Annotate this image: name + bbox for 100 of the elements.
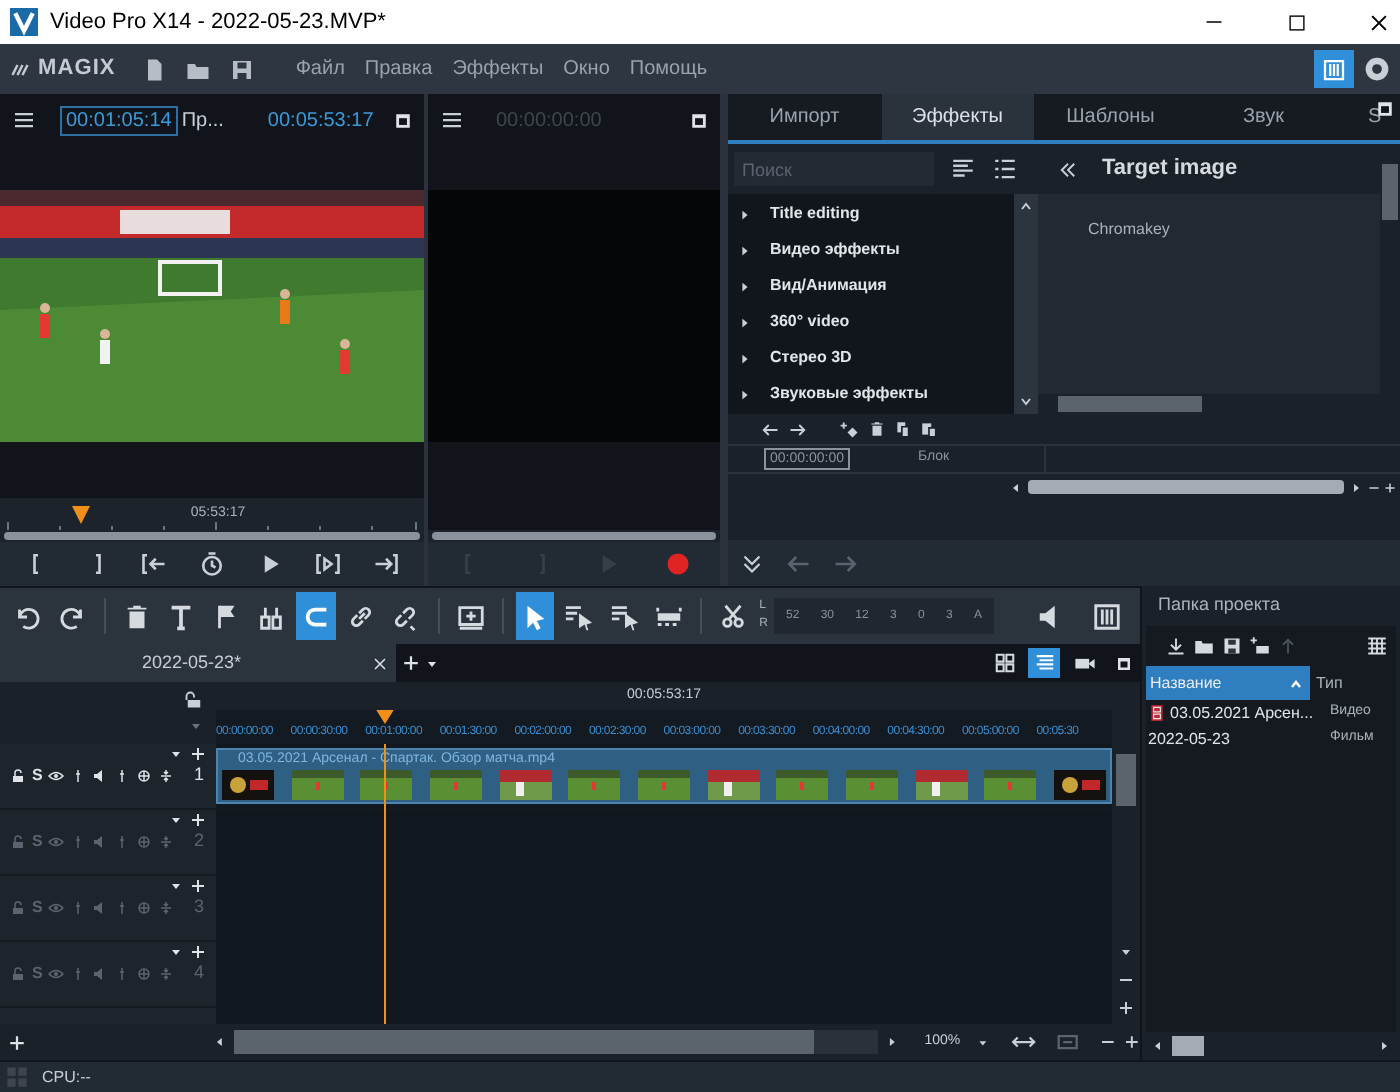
expand-icon[interactable] — [738, 243, 752, 257]
menu-icon[interactable] — [440, 108, 464, 132]
scrollbar-thumb[interactable] — [1058, 396, 1202, 412]
caret-down-icon[interactable] — [168, 812, 184, 828]
pointer-button[interactable] — [515, 592, 555, 640]
zoom-out-icon[interactable] — [1368, 481, 1380, 493]
copy-icon[interactable] — [894, 420, 912, 438]
scrollbar[interactable] — [1014, 194, 1038, 414]
menu-icon[interactable] — [12, 108, 36, 132]
expand-icon[interactable] — [738, 351, 752, 365]
scrollbar[interactable] — [1028, 480, 1344, 494]
arrow-left-icon[interactable] — [760, 419, 780, 439]
status-icon — [6, 1066, 28, 1088]
save-icon[interactable] — [1222, 636, 1242, 656]
add-tab-icon[interactable] — [402, 654, 420, 672]
clock-icon[interactable] — [197, 550, 226, 578]
add-track-icon[interactable] — [8, 1033, 26, 1051]
expand-icon[interactable] — [738, 207, 752, 221]
category-item[interactable]: Title editing — [770, 202, 860, 226]
menu-item[interactable]: Окно — [563, 54, 610, 84]
eye-icon[interactable] — [48, 767, 65, 784]
file-name[interactable]: 2022-05-23 — [1148, 727, 1330, 751]
playhead-icon[interactable] — [376, 710, 395, 724]
scrollbar[interactable] — [1038, 394, 1400, 414]
collapse-icon[interactable] — [740, 551, 764, 575]
caret-left-icon[interactable] — [1150, 1038, 1166, 1054]
expand-icon[interactable] — [738, 279, 752, 293]
expand-icon[interactable] — [738, 315, 752, 329]
file-name[interactable]: 03.05.2021 Арсен... — [1170, 701, 1330, 725]
tab[interactable]: Импорт — [728, 94, 881, 140]
zoom-in-icon[interactable] — [1124, 1034, 1140, 1050]
close-icon[interactable] — [1368, 11, 1390, 33]
caret-down-icon[interactable] — [168, 878, 184, 894]
grid-view-icon[interactable] — [1366, 636, 1388, 656]
category-item[interactable]: Звуковые эффекты — [770, 382, 928, 406]
caret-right-icon[interactable] — [1348, 479, 1364, 495]
menu-item[interactable]: Эффекты — [452, 54, 544, 84]
paste-icon[interactable] — [920, 420, 938, 438]
add-track-icon[interactable] — [190, 812, 206, 828]
scrollbar-thumb[interactable] — [1382, 164, 1398, 220]
collapse-icon[interactable] — [1058, 159, 1078, 179]
add-effect-icon[interactable] — [840, 419, 860, 439]
solo-toggle[interactable]: S — [32, 763, 43, 788]
add-track-icon[interactable] — [190, 944, 206, 960]
tab[interactable]: Звук — [1187, 94, 1340, 140]
maximize-panel-icon[interactable] — [1116, 655, 1132, 671]
menu-item[interactable]: Помощь — [629, 54, 708, 84]
expand-icon[interactable] — [738, 387, 752, 401]
bracket-play-icon[interactable] — [314, 550, 343, 578]
tab[interactable]: S — [1340, 94, 1400, 140]
maximize-icon[interactable] — [1286, 11, 1308, 33]
lock-icon[interactable] — [10, 767, 26, 784]
caret-left-icon[interactable] — [1008, 479, 1024, 495]
scrollbar-thumb[interactable] — [1116, 754, 1136, 806]
settings-icon[interactable] — [1364, 56, 1390, 82]
scrollbar[interactable] — [1380, 144, 1400, 394]
fit-frame-icon[interactable] — [1053, 1030, 1081, 1054]
search-field[interactable]: Поиск — [734, 152, 934, 186]
arrow-right-icon[interactable] — [788, 419, 808, 439]
add-track-icon[interactable] — [190, 878, 206, 894]
zoom-in-icon[interactable] — [1384, 481, 1396, 493]
playhead-icon[interactable] — [72, 506, 91, 524]
effect-item[interactable]: Chromakey — [1088, 218, 1380, 242]
column-header[interactable]: Название — [1146, 666, 1310, 700]
folder-icon[interactable] — [1194, 636, 1214, 656]
close-tab-icon[interactable] — [372, 655, 388, 671]
maximize-panel-icon[interactable] — [394, 111, 412, 129]
category-item[interactable]: 360° video — [770, 310, 850, 334]
tab[interactable]: Шаблоны — [1034, 94, 1187, 140]
menu-item[interactable]: Правка — [364, 54, 433, 84]
list-view-icon[interactable] — [992, 156, 1018, 182]
chevron-up-icon[interactable] — [1018, 198, 1034, 214]
trash-icon[interactable] — [868, 420, 886, 438]
unlock-icon[interactable] — [184, 690, 204, 710]
save-icon[interactable] — [229, 57, 254, 81]
bracket-arrow-left-icon[interactable] — [139, 550, 168, 578]
caret-down-icon[interactable] — [976, 1035, 990, 1049]
timecode-field[interactable]: 00:01:05:14 — [60, 105, 178, 135]
add-track-icon[interactable] — [190, 746, 206, 762]
menu-item[interactable]: Файл — [295, 54, 345, 84]
list-view-icon[interactable] — [950, 156, 976, 182]
chevron-down-icon[interactable] — [1018, 394, 1034, 410]
column-header[interactable]: Тип — [1316, 671, 1343, 695]
sort-icon[interactable] — [1288, 675, 1304, 691]
new-folder-icon[interactable] — [1250, 636, 1270, 656]
view-button[interactable] — [1314, 50, 1354, 88]
caret-right-icon[interactable] — [1376, 1038, 1392, 1054]
tab[interactable]: Эффекты — [881, 94, 1034, 140]
zoom-in-icon[interactable] — [1118, 1000, 1134, 1016]
import-icon[interactable] — [1166, 636, 1186, 656]
caret-down-icon[interactable] — [1118, 944, 1134, 960]
scrollbar[interactable] — [1172, 1036, 1204, 1056]
maximize-panel-icon[interactable] — [690, 111, 708, 129]
record-icon[interactable] — [663, 550, 692, 578]
arrow-bracket-right-icon[interactable] — [372, 550, 401, 578]
category-item[interactable]: Стерео 3D — [770, 346, 852, 370]
caret-down-icon[interactable] — [168, 944, 184, 960]
tab[interactable]: 2022-05-23* — [0, 644, 396, 682]
category-item[interactable]: Видео эффекты — [770, 238, 900, 262]
category-item[interactable]: Вид/Анимация — [770, 274, 887, 298]
